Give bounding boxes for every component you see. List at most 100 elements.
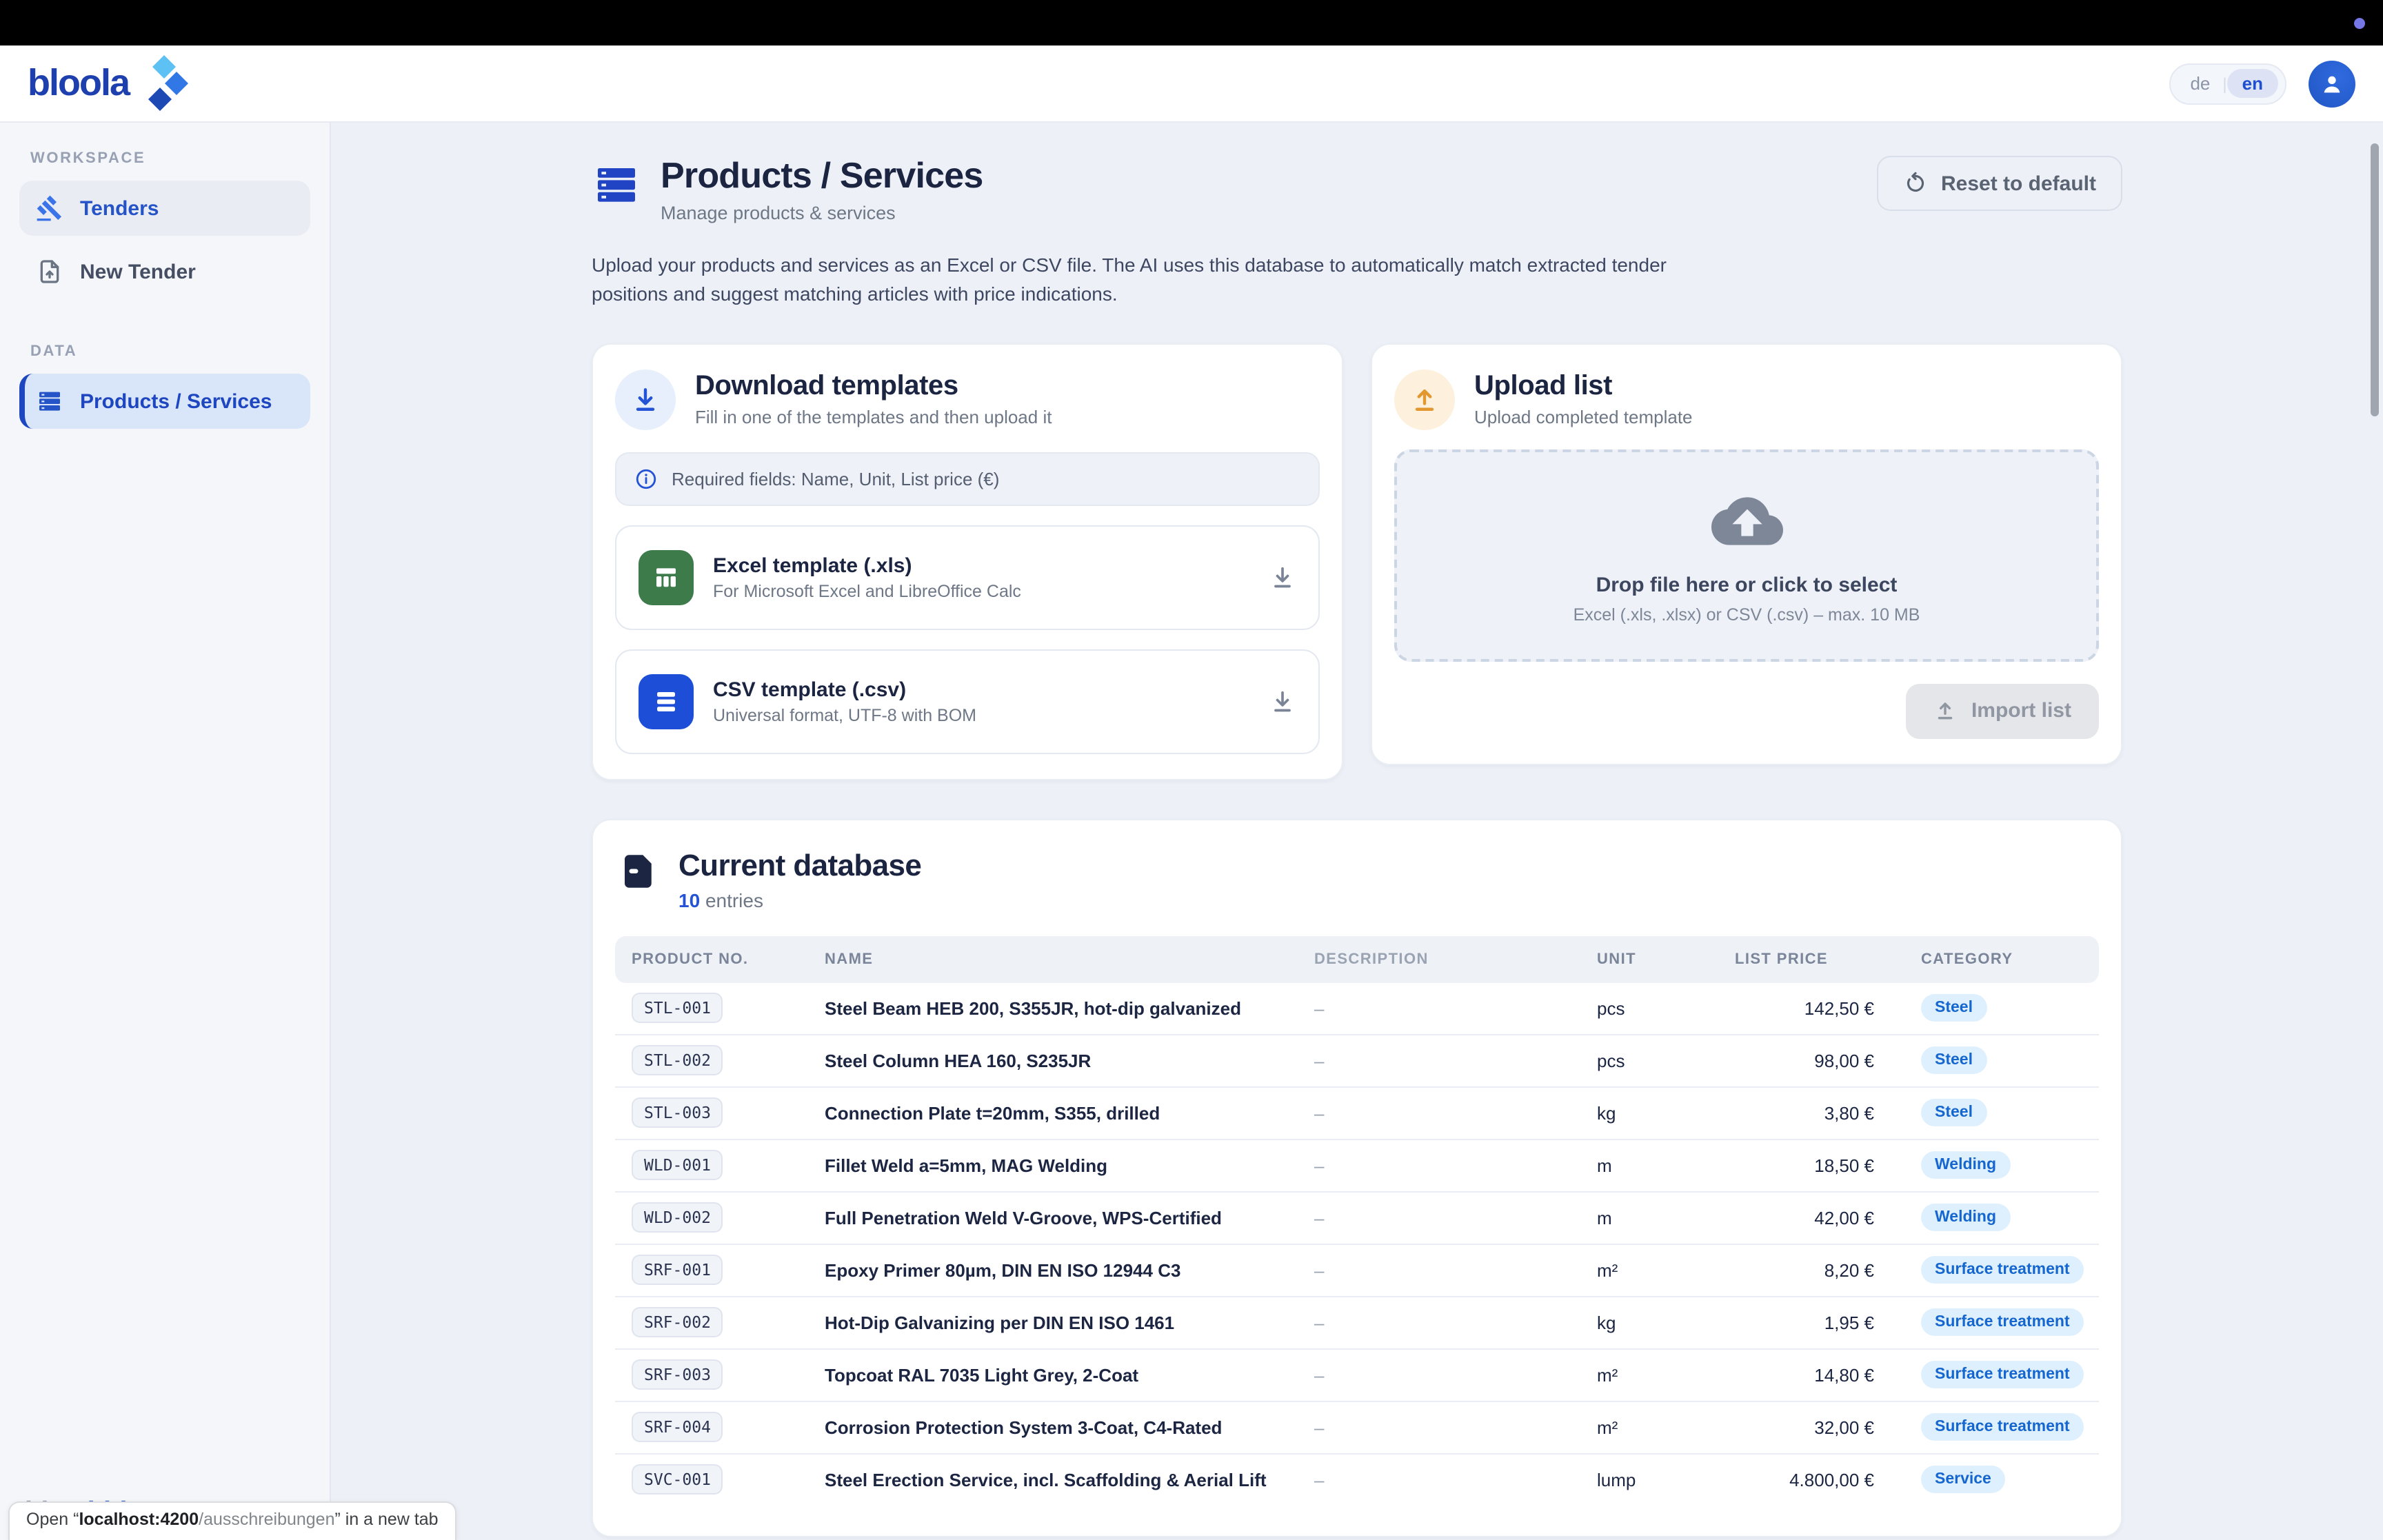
- import-list-button[interactable]: Import list: [1907, 684, 2099, 739]
- scrollbar-thumb[interactable]: [2371, 143, 2379, 416]
- language-toggle: de | en: [2169, 63, 2286, 104]
- csv-template-row[interactable]: CSV template (.csv) Universal format, UT…: [615, 649, 1320, 754]
- status-prefix: Open “: [26, 1510, 79, 1529]
- excel-file-icon: [639, 550, 694, 605]
- table-row[interactable]: STL-003 Connection Plate t=20mm, S355, d…: [615, 1088, 2099, 1140]
- person-icon: [2318, 70, 2346, 97]
- product-description: –: [1298, 1103, 1580, 1124]
- required-fields-text: Required fields: Name, Unit, List price …: [672, 469, 999, 489]
- csv-template-desc: Universal format, UTF-8 with BOM: [713, 706, 976, 725]
- logo-text: bloola: [28, 62, 129, 105]
- product-list-price: 42,00 €: [1718, 1208, 1891, 1228]
- sidebar-item-label: Products / Services: [80, 389, 272, 413]
- excel-template-desc: For Microsoft Excel and LibreOffice Calc: [713, 582, 1021, 601]
- entries-label: entries: [705, 889, 763, 911]
- user-avatar-button[interactable]: [2309, 60, 2355, 107]
- product-list-price: 142,50 €: [1718, 998, 1891, 1019]
- page-subtitle: Manage products & services: [661, 202, 983, 223]
- table-row[interactable]: SRF-004 Corrosion Protection System 3-Co…: [615, 1402, 2099, 1455]
- category-badge: Steel: [1921, 995, 1987, 1022]
- product-name: Full Penetration Weld V-Groove, WPS-Cert…: [808, 1208, 1298, 1228]
- file-dropzone[interactable]: Drop file here or click to select Excel …: [1394, 449, 2099, 662]
- product-list-price: 14,80 €: [1718, 1365, 1891, 1386]
- table-row[interactable]: SRF-002 Hot-Dip Galvanizing per DIN EN I…: [615, 1297, 2099, 1350]
- product-name: Topcoat RAL 7035 Light Grey, 2-Coat: [808, 1365, 1298, 1386]
- table-row[interactable]: STL-002 Steel Column HEA 160, S235JR – p…: [615, 1035, 2099, 1088]
- current-database-card: Current database 10 entries PRODUCT NO. …: [592, 819, 2122, 1537]
- product-name: Fillet Weld a=5mm, MAG Welding: [808, 1155, 1298, 1176]
- download-circle-icon: [615, 369, 676, 430]
- product-name: Connection Plate t=20mm, S355, drilled: [808, 1103, 1298, 1124]
- sidebar-item-label: Tenders: [80, 196, 159, 220]
- category-badge: Welding: [1921, 1152, 2010, 1179]
- status-path: /ausschreibungen: [199, 1510, 334, 1529]
- product-no-badge: SRF-002: [632, 1308, 723, 1338]
- required-fields-note: Required fields: Name, Unit, List price …: [615, 452, 1320, 506]
- database-card-title: Current database: [678, 848, 921, 884]
- reset-icon: [1904, 171, 1929, 196]
- product-list-price: 1,95 €: [1718, 1313, 1891, 1333]
- product-description: –: [1298, 1470, 1580, 1490]
- upload-actions: Import list: [1394, 684, 2099, 739]
- screenshot-stage: bloola de | en: [0, 0, 2383, 1540]
- product-no-badge: STL-003: [632, 1098, 723, 1128]
- sidebar-item-new-tender[interactable]: New Tender: [19, 244, 310, 299]
- lang-option-en[interactable]: en: [2227, 69, 2278, 98]
- product-list-price: 32,00 €: [1718, 1417, 1891, 1438]
- product-description: –: [1298, 1417, 1580, 1438]
- sidebar-item-tenders[interactable]: Tenders: [19, 181, 310, 236]
- browser-viewport: bloola de | en: [0, 0, 2383, 1540]
- product-no-badge: STL-001: [632, 993, 723, 1024]
- product-description: –: [1298, 1051, 1580, 1071]
- excel-template-row[interactable]: Excel template (.xls) For Microsoft Exce…: [615, 525, 1320, 630]
- reset-to-default-button[interactable]: Reset to default: [1878, 156, 2122, 211]
- download-csv-icon[interactable]: [1269, 688, 1296, 716]
- import-upload-icon: [1934, 700, 1958, 723]
- column-header-category: CATEGORY: [1891, 951, 2104, 968]
- product-no-badge: WLD-001: [632, 1151, 723, 1181]
- product-unit: pcs: [1580, 998, 1718, 1019]
- download-card-header: Download templates Fill in one of the te…: [615, 369, 1320, 430]
- header-right-controls: de | en: [2169, 60, 2355, 107]
- entries-count: 10: [678, 889, 700, 911]
- column-header-list-price: LIST PRICE: [1718, 951, 1891, 968]
- table-row[interactable]: SRF-003 Topcoat RAL 7035 Light Grey, 2-C…: [615, 1350, 2099, 1402]
- reset-button-label: Reset to default: [1941, 172, 2096, 195]
- sidebar-item-products-services[interactable]: Products / Services: [19, 374, 310, 429]
- table-row[interactable]: STL-001 Steel Beam HEB 200, S355JR, hot-…: [615, 983, 2099, 1035]
- database-icon: [618, 851, 659, 892]
- lang-option-de[interactable]: de: [2178, 69, 2222, 98]
- dropzone-hint: Excel (.xls, .xlsx) or CSV (.csv) – max.…: [1573, 606, 1920, 625]
- import-button-label: Import list: [1971, 700, 2071, 723]
- gavel-icon: [36, 194, 63, 222]
- download-excel-icon[interactable]: [1269, 564, 1296, 591]
- sidebar: WORKSPACE Tenders New Tender: [0, 123, 331, 1540]
- column-header-description: DESCRIPTION: [1298, 951, 1580, 968]
- product-unit: m: [1580, 1155, 1718, 1176]
- table-row[interactable]: WLD-002 Full Penetration Weld V-Groove, …: [615, 1193, 2099, 1245]
- bloola-logo[interactable]: bloola: [28, 53, 190, 114]
- sidebar-section-workspace: WORKSPACE: [30, 150, 299, 167]
- dropzone-title: Drop file here or click to select: [1596, 574, 1898, 598]
- category-badge: Surface treatment: [1921, 1309, 2084, 1337]
- info-icon: [634, 467, 658, 491]
- browser-status-tooltip: Open “localhost:4200/ausschreibungen” in…: [8, 1501, 456, 1540]
- table-row[interactable]: WLD-001 Fillet Weld a=5mm, MAG Welding –…: [615, 1140, 2099, 1193]
- column-header-unit: UNIT: [1580, 951, 1718, 968]
- download-templates-card: Download templates Fill in one of the te…: [592, 343, 1343, 780]
- entries-count-line: 10 entries: [678, 889, 921, 911]
- table-row[interactable]: SVC-001 Steel Erection Service, incl. Sc…: [615, 1455, 2099, 1506]
- product-unit: m²: [1580, 1260, 1718, 1281]
- product-unit: m: [1580, 1208, 1718, 1228]
- product-unit: kg: [1580, 1313, 1718, 1333]
- upload-card-title: Upload list: [1474, 372, 1693, 403]
- product-no-badge: SVC-001: [632, 1465, 723, 1495]
- app-body: WORKSPACE Tenders New Tender: [0, 123, 2383, 1540]
- product-unit: m²: [1580, 1365, 1718, 1386]
- table-row[interactable]: SRF-001 Epoxy Primer 80µm, DIN EN ISO 12…: [615, 1245, 2099, 1297]
- product-unit: m²: [1580, 1417, 1718, 1438]
- product-name: Epoxy Primer 80µm, DIN EN ISO 12944 C3: [808, 1260, 1298, 1281]
- recording-indicator-dot: [2354, 18, 2365, 29]
- upload-list-card: Upload list Upload completed template Dr…: [1371, 343, 2122, 765]
- table-header-row: PRODUCT NO. NAME DESCRIPTION UNIT LIST P…: [615, 936, 2099, 983]
